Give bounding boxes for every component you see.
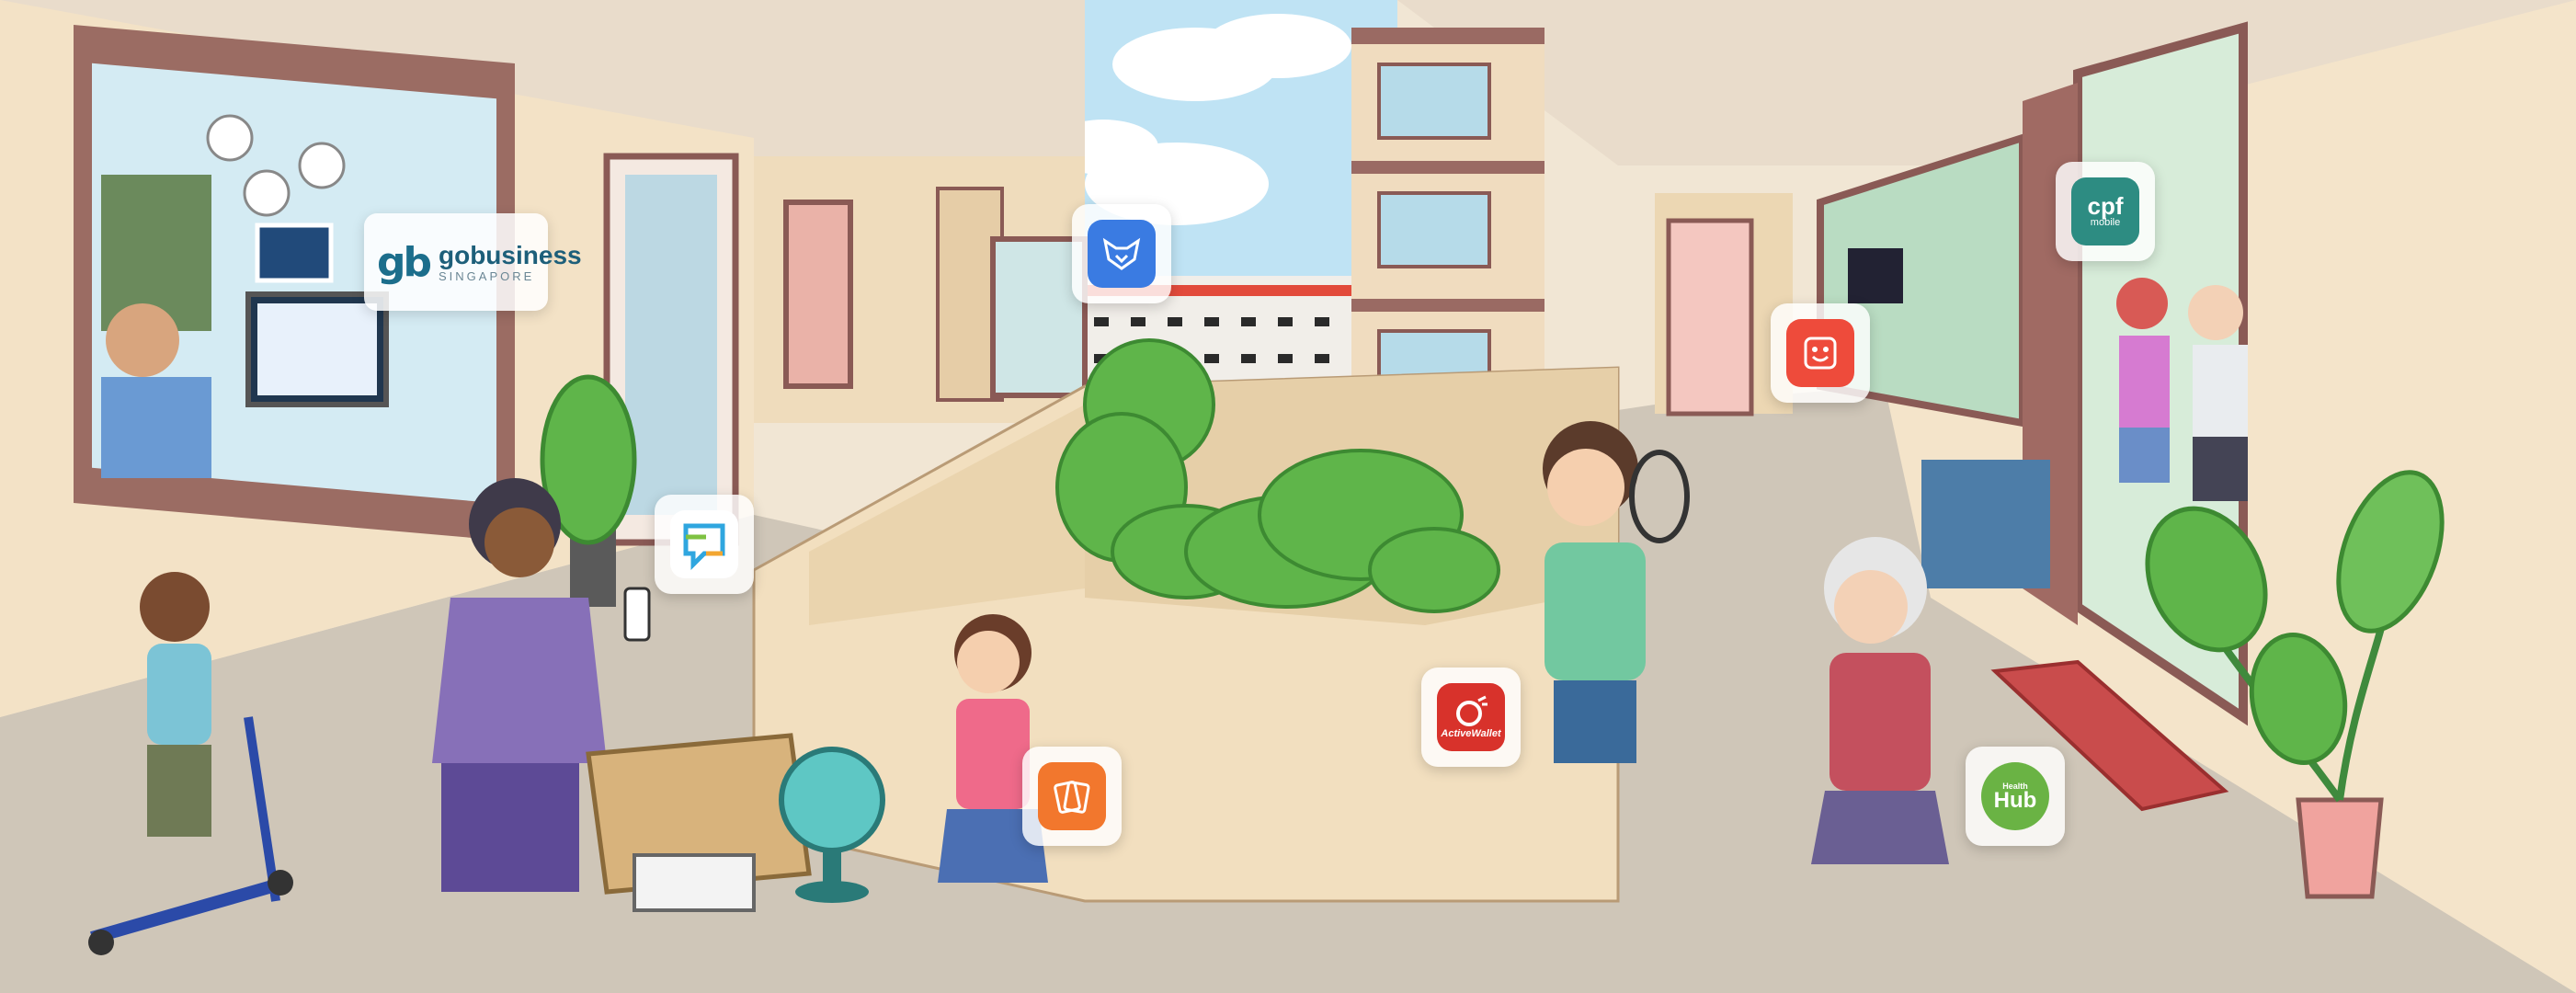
corridor-illustration (0, 0, 2576, 993)
cpf-main-label: cpf (2087, 192, 2124, 220)
cpf-sub-label: mobile (2090, 217, 2121, 228)
cards-glyph-icon (1054, 781, 1090, 814)
activewallet-glyph-icon (1456, 695, 1487, 726)
person-man-doorway (2188, 285, 2248, 501)
fox-glyph-icon (1102, 237, 1141, 270)
activewallet-app-icon[interactable]: ActiveWallet (1421, 668, 1521, 767)
gobusiness-mark: gb (377, 238, 432, 286)
hdb-corridor-scene: gb gobusiness SINGAPORE ActiveWallet cpf… (0, 0, 2576, 993)
smiley-app-icon[interactable] (1771, 303, 1870, 403)
cpf-mobile-app-icon[interactable]: cpf mobile (2056, 162, 2155, 261)
person-woman-doorway (2116, 278, 2170, 483)
activewallet-label: ActiveWallet (1441, 728, 1501, 739)
chat-glyph-icon (683, 523, 725, 570)
fox-app-icon[interactable] (1072, 204, 1171, 303)
gobusiness-sub: SINGAPORE (439, 268, 535, 283)
healthhub-big-label: Hub (1993, 788, 2037, 813)
gobusiness-name: gobusiness (439, 240, 582, 269)
far-right-door (1666, 218, 1754, 417)
healthhub-app-icon[interactable]: Health Hub (1966, 747, 2065, 846)
gobusiness-logo[interactable]: gb gobusiness SINGAPORE (364, 213, 582, 311)
far-door (783, 200, 853, 389)
cards-app-icon[interactable] (1022, 747, 1122, 846)
smiley-glyph-icon (1804, 337, 1837, 370)
chat-app-icon[interactable] (655, 495, 754, 594)
